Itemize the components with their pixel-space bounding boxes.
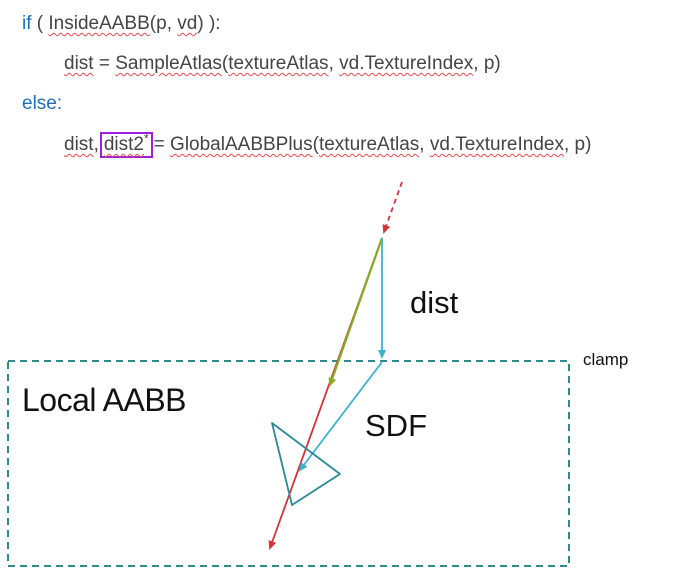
label-clamp: clamp <box>583 350 629 369</box>
triangle-shape <box>271 422 341 506</box>
label-sdf: SDF <box>365 408 427 443</box>
diagram-canvas <box>7 181 570 567</box>
label-dist: dist <box>410 285 459 320</box>
label-local-aabb: Local AABB <box>22 382 187 418</box>
ray-incoming-dashed <box>382 181 403 234</box>
ray-step-arrow <box>328 237 384 387</box>
